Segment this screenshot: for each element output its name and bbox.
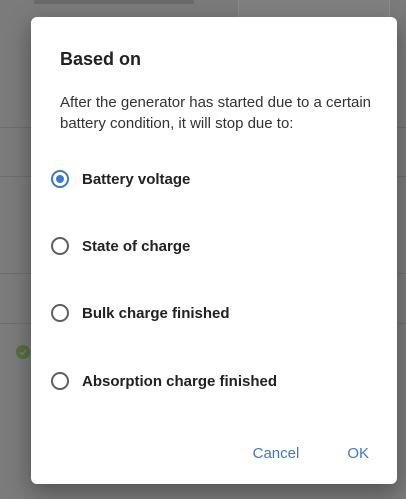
option-absorption-charge-finished[interactable]: Absorption charge finished (47, 361, 381, 401)
option-battery-voltage[interactable]: Battery voltage (47, 159, 381, 199)
option-label: Battery voltage (82, 170, 191, 188)
radio-unselected-icon[interactable] (51, 304, 69, 322)
check-circle-icon (16, 345, 30, 359)
option-state-of-charge[interactable]: State of charge (47, 226, 381, 266)
radio-unselected-icon[interactable] (51, 372, 69, 390)
option-bulk-charge-finished[interactable]: Bulk charge finished (47, 293, 381, 333)
cancel-button[interactable]: Cancel (247, 441, 306, 466)
option-label: Bulk charge finished (82, 304, 230, 322)
dialog-title: Based on (60, 49, 142, 69)
background-setting-label (34, 0, 194, 4)
option-label: State of charge (82, 237, 191, 255)
option-label: Absorption charge finished (82, 372, 278, 390)
background-setting-field (238, 0, 390, 18)
radio-selected-icon[interactable] (51, 170, 69, 188)
radio-unselected-icon[interactable] (51, 237, 69, 255)
based-on-dialog: Based on After the generator has started… (31, 17, 397, 484)
ok-button[interactable]: OK (341, 441, 375, 466)
dialog-actions: Cancel OK (247, 441, 375, 466)
dialog-message: After the generator has started due to a… (60, 94, 372, 132)
